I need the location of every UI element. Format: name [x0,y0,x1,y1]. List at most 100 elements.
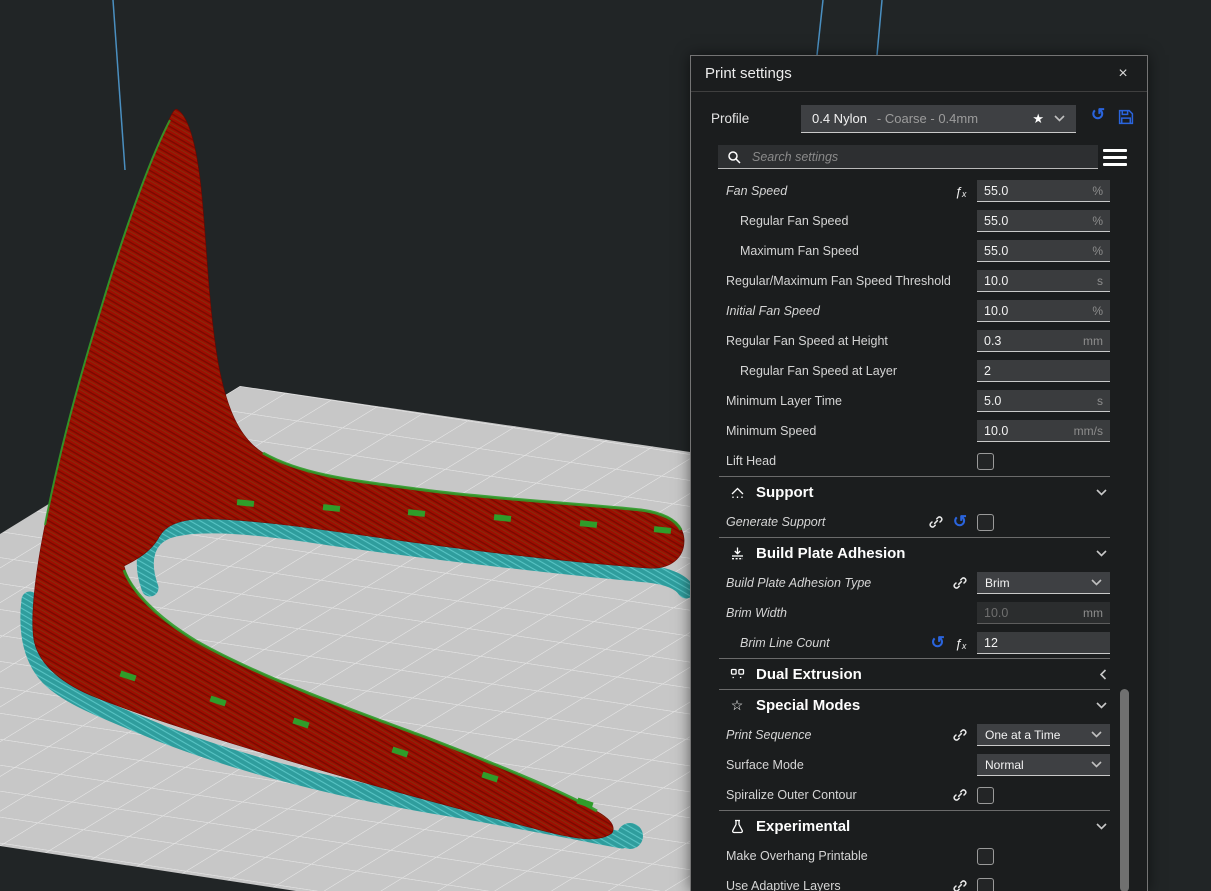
setting-row-brim-width[interactable]: Brim Width 10.0 mm [691,598,1147,628]
regular-fan-speed-input[interactable]: 55.0 % [977,210,1110,232]
section-title: Special Modes [756,696,861,714]
search-input[interactable] [750,148,1089,165]
spiralize-checkbox[interactable] [977,786,994,804]
setting-row-initial-fan-speed[interactable]: Initial Fan Speed 10.0 % [691,296,1147,326]
generate-support-checkbox[interactable] [977,513,994,531]
setting-label: Make Overhang Printable [726,849,868,863]
special-modes-star-icon: ☆ [730,696,744,713]
print-settings-panel: Print settings × Profile 0.4 Nylon - Coa… [690,55,1148,891]
section-header-support[interactable]: Support [691,477,1147,507]
setting-label: Regular Fan Speed at Height [726,334,888,348]
setting-row-fan-speed[interactable]: Fan Speed ƒₓ 55.0 % [691,176,1147,206]
profile-label: Profile [711,111,750,126]
link-icon[interactable] [953,788,967,802]
setting-row-spiralize[interactable]: Spiralize Outer Contour [691,780,1147,810]
setting-row-maximum-fan-speed[interactable]: Maximum Fan Speed 55.0 % [691,236,1147,266]
settings-visibility-menu-icon[interactable] [1103,149,1127,166]
chevron-down-icon [1091,731,1102,738]
experimental-flask-icon [729,819,745,834]
reset-icon[interactable]: ↺ [931,634,945,651]
setting-label: Minimum Layer Time [726,394,842,408]
setting-row-fan-speed-threshold[interactable]: Regular/Maximum Fan Speed Threshold 10.0… [691,266,1147,296]
search-box[interactable] [718,145,1098,169]
setting-label: Surface Mode [726,758,804,772]
setting-row-lift-head[interactable]: Lift Head [691,446,1147,476]
setting-label: Build Plate Adhesion Type [726,576,872,590]
setting-row-make-overhang-printable[interactable]: Make Overhang Printable [691,841,1147,871]
setting-row-fan-speed-height[interactable]: Regular Fan Speed at Height 0.3 mm [691,326,1147,356]
fan-speed-threshold-input[interactable]: 10.0 s [977,270,1110,292]
setting-label: Maximum Fan Speed [740,244,859,258]
section-header-special-modes[interactable]: ☆ Special Modes [691,690,1147,720]
cura-window: Print settings × Profile 0.4 Nylon - Coa… [0,0,1211,891]
setting-label: Regular/Maximum Fan Speed Threshold [726,274,951,288]
function-icon[interactable]: ƒₓ [955,636,967,651]
dual-extrusion-icon [729,668,745,681]
section-header-build-plate-adhesion[interactable]: Build Plate Adhesion [691,538,1147,568]
setting-label: Brim Width [726,606,788,620]
surface-mode-dropdown[interactable]: Normal [977,754,1110,776]
profile-row: Profile 0.4 Nylon - Coarse - 0.4mm ★ ↺ [691,92,1147,176]
profile-value: 0.4 Nylon [812,111,867,126]
setting-row-regular-fan-speed[interactable]: Regular Fan Speed 55.0 % [691,206,1147,236]
setting-row-adhesion-type[interactable]: Build Plate Adhesion Type Brim [691,568,1147,598]
reset-icon[interactable]: ↺ [953,513,967,530]
favorite-star-icon[interactable]: ★ [1032,111,1044,127]
section-title: Dual Extrusion [756,665,862,683]
setting-row-brim-line-count[interactable]: Brim Line Count ↺ ƒₓ 12 [691,628,1147,658]
setting-row-use-adaptive-layers[interactable]: Use Adaptive Layers [691,871,1147,891]
setting-label: Spiralize Outer Contour [726,788,857,802]
initial-fan-speed-input[interactable]: 10.0 % [977,300,1110,322]
setting-label: Print Sequence [726,728,812,742]
setting-row-generate-support[interactable]: Generate Support ↺ [691,507,1147,537]
fan-speed-input[interactable]: 55.0 % [977,180,1110,202]
chevron-down-icon [1091,579,1102,586]
section-title: Support [756,483,814,501]
reset-profile-icon[interactable]: ↺ [1087,106,1109,123]
maximum-fan-speed-input[interactable]: 55.0 % [977,240,1110,262]
link-icon[interactable] [953,576,967,590]
chevron-down-icon[interactable] [1096,488,1107,496]
print-sequence-dropdown[interactable]: One at a Time [977,724,1110,746]
brim-line-count-input[interactable]: 12 [977,632,1110,654]
setting-row-print-sequence[interactable]: Print Sequence One at a Time [691,720,1147,750]
chevron-down-icon [1054,115,1065,122]
lift-head-checkbox[interactable] [977,452,994,470]
fan-speed-height-input[interactable]: 0.3 mm [977,330,1110,352]
setting-row-surface-mode[interactable]: Surface Mode Normal [691,750,1147,780]
chevron-down-icon[interactable] [1096,701,1107,709]
chevron-down-icon[interactable] [1096,822,1107,830]
function-icon[interactable]: ƒₓ [955,184,967,199]
settings-list[interactable]: Fan Speed ƒₓ 55.0 % Regular Fan Speed 55… [691,176,1147,891]
setting-label: Regular Fan Speed at Layer [740,364,898,378]
link-icon[interactable] [953,728,967,742]
scrollbar-thumb[interactable] [1120,689,1129,891]
search-icon [728,150,741,164]
build-plate-adhesion-icon [729,546,745,561]
profile-dropdown[interactable]: 0.4 Nylon - Coarse - 0.4mm ★ [801,105,1076,133]
link-icon[interactable] [953,879,967,891]
chevron-down-icon[interactable] [1096,549,1107,557]
chevron-left-icon[interactable] [1100,668,1107,680]
min-layer-time-input[interactable]: 5.0 s [977,390,1110,412]
setting-row-min-layer-time[interactable]: Minimum Layer Time 5.0 s [691,386,1147,416]
setting-label: Brim Line Count [740,636,830,650]
make-overhang-printable-checkbox[interactable] [977,847,994,865]
min-speed-input[interactable]: 10.0 mm/s [977,420,1110,442]
setting-row-fan-speed-layer[interactable]: Regular Fan Speed at Layer 2 [691,356,1147,386]
section-title: Experimental [756,817,851,835]
setting-label: Minimum Speed [726,424,817,438]
section-header-experimental[interactable]: Experimental [691,811,1147,841]
link-icon[interactable] [929,515,943,529]
save-profile-icon[interactable] [1118,109,1134,125]
setting-row-min-speed[interactable]: Minimum Speed 10.0 mm/s [691,416,1147,446]
fan-speed-layer-input[interactable]: 2 [977,360,1110,382]
setting-label: Initial Fan Speed [726,304,820,318]
section-header-dual-extrusion[interactable]: Dual Extrusion [691,659,1147,689]
panel-header[interactable]: Print settings × [691,56,1147,92]
adhesion-type-dropdown[interactable]: Brim [977,572,1110,594]
close-icon[interactable]: × [1113,65,1133,82]
brim-width-input: 10.0 mm [977,602,1110,624]
chevron-down-icon [1091,761,1102,768]
use-adaptive-layers-checkbox[interactable] [977,877,994,891]
